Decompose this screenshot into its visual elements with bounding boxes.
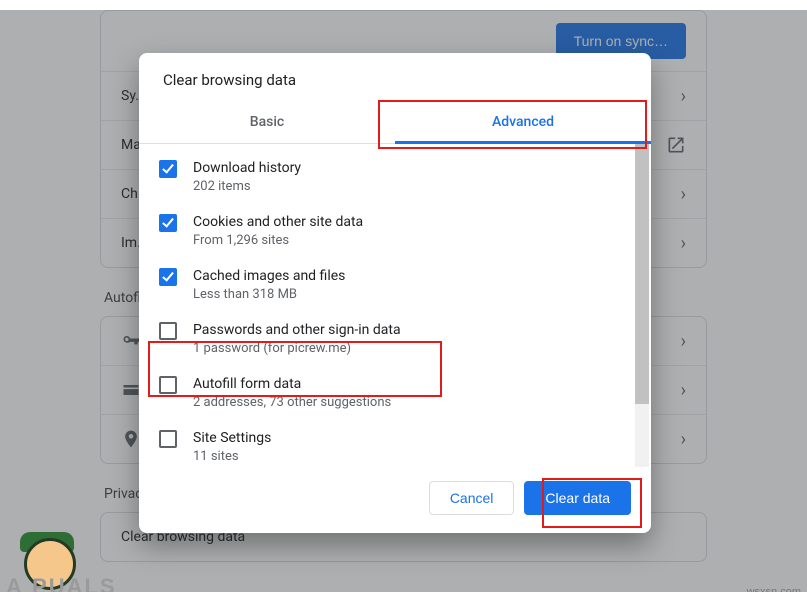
tab-basic[interactable]: Basic [139, 101, 395, 143]
tab-advanced[interactable]: Advanced [395, 101, 651, 143]
item-title: Cached images and files [193, 267, 345, 285]
list-item[interactable]: Autofill form data 2 addresses, 73 other … [139, 366, 651, 420]
scrollbar-thumb[interactable] [635, 144, 649, 404]
checkbox-passwords[interactable] [159, 322, 177, 340]
item-subtitle: 11 sites [193, 449, 271, 465]
checkbox-site-settings[interactable] [159, 430, 177, 448]
list-item[interactable]: Site Settings 11 sites [139, 420, 651, 467]
checkbox-cookies[interactable] [159, 214, 177, 232]
list-item[interactable]: Cookies and other site data From 1,296 si… [139, 204, 651, 258]
dialog-title: Clear browsing data [139, 53, 651, 101]
item-title: Autofill form data [193, 375, 391, 393]
item-title: Download history [193, 159, 301, 177]
item-subtitle: 202 items [193, 179, 301, 195]
scrollbar[interactable] [635, 144, 649, 467]
list-item[interactable]: Passwords and other sign-in data 1 passwo… [139, 312, 651, 366]
appuals-watermark: A PUALS [6, 532, 116, 592]
item-subtitle: 1 password (for picrew.me) [193, 341, 401, 357]
source-watermark: wsxsn.com [747, 586, 801, 592]
item-title: Cookies and other site data [193, 213, 363, 231]
dialog-tabs: Basic Advanced [139, 101, 651, 144]
data-type-list: Download history 202 items Cookies and ot… [139, 144, 651, 467]
item-subtitle: From 1,296 sites [193, 233, 363, 249]
cancel-button[interactable]: Cancel [429, 481, 515, 515]
item-title: Site Settings [193, 429, 271, 447]
list-item[interactable]: Cached images and files Less than 318 MB [139, 258, 651, 312]
clear-data-button[interactable]: Clear data [524, 481, 631, 515]
list-item[interactable]: Download history 202 items [139, 150, 651, 204]
checkbox-cache[interactable] [159, 268, 177, 286]
clear-browsing-data-dialog: Clear browsing data Basic Advanced Downl… [139, 53, 651, 533]
item-title: Passwords and other sign-in data [193, 321, 401, 339]
checkbox-download-history[interactable] [159, 160, 177, 178]
item-subtitle: 2 addresses, 73 other suggestions [193, 395, 391, 411]
dialog-actions: Cancel Clear data [139, 467, 651, 533]
checkbox-autofill[interactable] [159, 376, 177, 394]
item-subtitle: Less than 318 MB [193, 287, 345, 303]
